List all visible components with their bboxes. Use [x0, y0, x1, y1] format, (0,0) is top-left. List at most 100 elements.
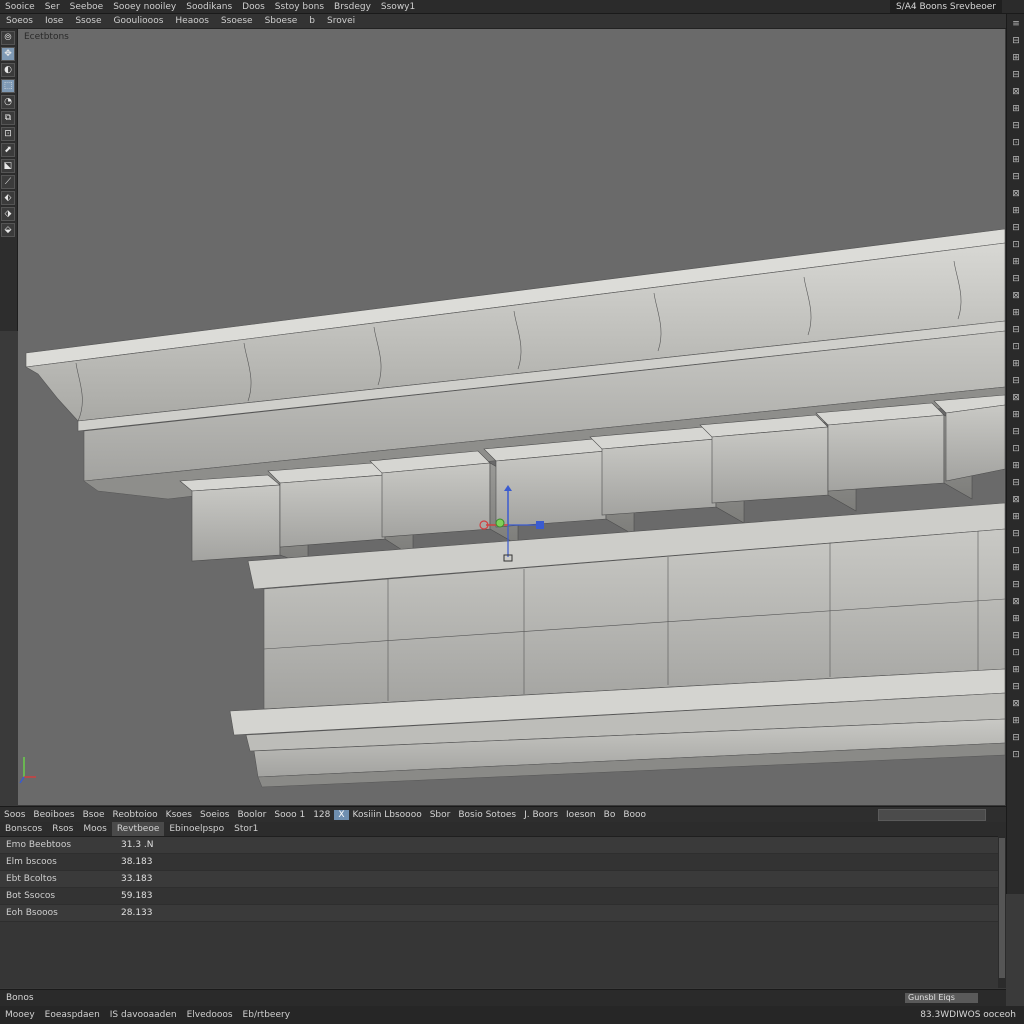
3d-viewport[interactable]: Ecetbtons [18, 29, 1005, 805]
menu-item[interactable]: Brsdegy [329, 2, 376, 12]
timeline-item[interactable]: Bo [600, 810, 620, 820]
panel-icon[interactable]: ⊡ [1009, 748, 1023, 762]
panel-icon[interactable]: ⊟ [1009, 629, 1023, 643]
toolbar-item[interactable]: Goouliooos [107, 16, 169, 26]
panel-icon[interactable]: ⊠ [1009, 187, 1023, 201]
timeline-item[interactable]: Boolor [233, 810, 270, 820]
timeline-item[interactable]: Bosio Sotoes [454, 810, 520, 820]
panel-icon[interactable]: ⊡ [1009, 340, 1023, 354]
panel-icon[interactable]: ⊟ [1009, 731, 1023, 745]
timeline-item[interactable]: Soeios [196, 810, 233, 820]
smooth-tool-icon[interactable]: ⬙ [1, 223, 15, 237]
panel-icon[interactable]: ⊟ [1009, 34, 1023, 48]
property-value[interactable]: 59.183 [121, 891, 201, 901]
panel-icon[interactable]: ⊟ [1009, 425, 1023, 439]
timeline-item[interactable]: Ioeson [562, 810, 600, 820]
select-tool-icon[interactable]: ⦾ [1, 31, 15, 45]
cornice-model[interactable] [18, 29, 1005, 805]
property-value[interactable]: 33.183 [121, 874, 201, 884]
bevel-tool-icon[interactable]: ⬕ [1, 159, 15, 173]
panel-icon[interactable]: ⊡ [1009, 646, 1023, 660]
timeline-item[interactable]: Booo [619, 810, 650, 820]
move-tool-icon[interactable]: ✥ [1, 47, 15, 61]
timeline-item[interactable]: Sooo 1 [270, 810, 309, 820]
panel-icon[interactable]: ⊞ [1009, 204, 1023, 218]
tab-active[interactable]: Revtbeoe [111, 822, 165, 836]
panel-icon[interactable]: ⊞ [1009, 357, 1023, 371]
menu-item[interactable]: Ssowy1 [376, 2, 420, 12]
panel-icon[interactable]: ⊠ [1009, 493, 1023, 507]
panel-icon[interactable]: ⊟ [1009, 527, 1023, 541]
property-row[interactable]: Bot Ssocos 59.183 [0, 888, 1006, 905]
panel-icon[interactable]: ⊞ [1009, 153, 1023, 167]
scale-tool-icon[interactable]: ⬚ [1, 79, 15, 93]
panel-icon[interactable]: ⊟ [1009, 680, 1023, 694]
tab[interactable]: Ebinoelpspo [164, 822, 229, 836]
toolbar-item[interactable]: Sboese [259, 16, 304, 26]
duplicate-tool-icon[interactable]: ⧉ [1, 111, 15, 125]
panel-icon[interactable]: ⊞ [1009, 255, 1023, 269]
property-row[interactable]: Emo Beebtoos 31.3 .N [0, 837, 1006, 854]
spin-tool-icon[interactable]: ⬗ [1, 207, 15, 221]
panel-icon[interactable]: ⊞ [1009, 459, 1023, 473]
tab[interactable]: Rsos [47, 822, 78, 836]
panel-icon[interactable]: ≡ [1009, 17, 1023, 31]
timeline-item[interactable]: Bsoe [79, 810, 109, 820]
panel-icon[interactable]: ⊠ [1009, 85, 1023, 99]
panel-icon[interactable]: ⊟ [1009, 68, 1023, 82]
property-row[interactable]: Elm bscoos 38.183 [0, 854, 1006, 871]
panel-scrollbar[interactable] [998, 836, 1006, 988]
panel-icon[interactable]: ⊞ [1009, 51, 1023, 65]
panel-icon[interactable]: ⊡ [1009, 238, 1023, 252]
toolbar-item[interactable]: Soeos [0, 16, 39, 26]
panel-icon[interactable]: ⊞ [1009, 102, 1023, 116]
property-row[interactable]: Eoh Bsooos 28.133 [0, 905, 1006, 922]
toolbar-item[interactable]: Ssose [69, 16, 107, 26]
property-value[interactable]: 31.3 .N [121, 840, 201, 850]
panel-icon[interactable]: ⊠ [1009, 595, 1023, 609]
property-row[interactable]: Ebt Bcoltos 33.183 [0, 871, 1006, 888]
scrollbar-thumb[interactable] [999, 838, 1005, 978]
menu-item[interactable]: Sooice [0, 2, 40, 12]
panel-icon[interactable]: ⊟ [1009, 119, 1023, 133]
footer-item[interactable]: Elvedooos [182, 1010, 238, 1020]
rotate-tool-icon[interactable]: ◐ [1, 63, 15, 77]
orbit-tool-icon[interactable]: ◔ [1, 95, 15, 109]
timeline-item[interactable]: Ksoes [162, 810, 196, 820]
tab[interactable]: Bonscos [0, 822, 47, 836]
footer-item[interactable]: Eoeaspdaen [40, 1010, 105, 1020]
menu-item[interactable]: Sooey nooiley [108, 2, 181, 12]
frame-tool-icon[interactable]: ⊡ [1, 127, 15, 141]
toolbar-item[interactable]: Ssoese [215, 16, 259, 26]
footer-item[interactable]: Mooey [0, 1010, 40, 1020]
panel-icon[interactable]: ⊠ [1009, 391, 1023, 405]
tab[interactable]: Moos [78, 822, 111, 836]
panel-icon[interactable]: ⊟ [1009, 374, 1023, 388]
menu-item[interactable]: Soodikans [181, 2, 237, 12]
panel-icon[interactable]: ⊞ [1009, 306, 1023, 320]
extrude-tool-icon[interactable]: ⬈ [1, 143, 15, 157]
panel-icon[interactable]: ⊞ [1009, 612, 1023, 626]
toolbar-item[interactable]: Heaoos [169, 16, 215, 26]
loop-cut-tool-icon[interactable]: ⬖ [1, 191, 15, 205]
knife-tool-icon[interactable]: ⟋ [1, 175, 15, 189]
timeline-item[interactable]: Soos [0, 810, 29, 820]
toolbar-item[interactable]: Srovei [321, 16, 361, 26]
property-value[interactable]: 28.133 [121, 908, 201, 918]
panel-icon[interactable]: ⊞ [1009, 561, 1023, 575]
menu-item[interactable]: Ser [40, 2, 65, 12]
workspace-selector[interactable]: S/A4 Boons Srevbeoer [889, 0, 1002, 13]
timeline-item[interactable]: Sbor [426, 810, 455, 820]
panel-icon[interactable]: ⊞ [1009, 663, 1023, 677]
toolbar-item[interactable]: Iose [39, 16, 69, 26]
tab[interactable]: Stor1 [229, 822, 263, 836]
panel-icon[interactable]: ⊞ [1009, 510, 1023, 524]
timeline-item[interactable]: Reobtoioo [109, 810, 162, 820]
panel-icon[interactable]: ⊞ [1009, 714, 1023, 728]
panel-icon[interactable]: ⊡ [1009, 442, 1023, 456]
panel-icon[interactable]: ⊞ [1009, 408, 1023, 422]
property-value[interactable]: 38.183 [121, 857, 201, 867]
status-box[interactable]: Gunsbl Eiqs [905, 993, 978, 1003]
panel-icon[interactable]: ⊟ [1009, 476, 1023, 490]
footer-item[interactable]: IS davooaaden [105, 1010, 182, 1020]
